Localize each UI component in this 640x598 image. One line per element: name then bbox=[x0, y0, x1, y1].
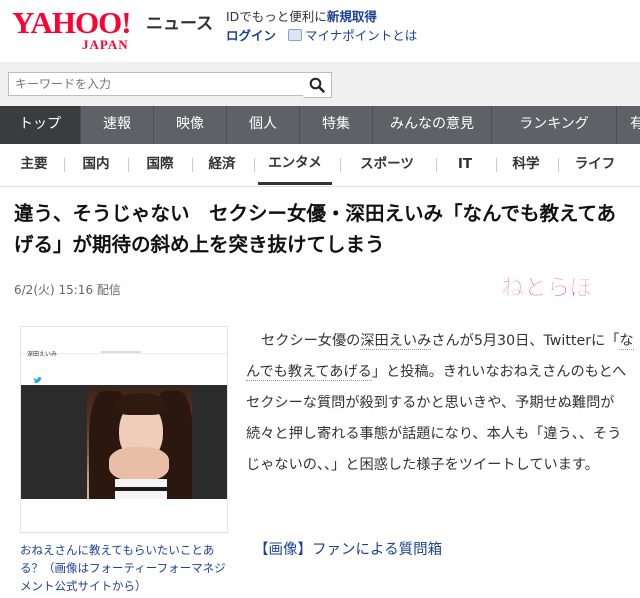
nav-item-video[interactable]: 映像 bbox=[154, 106, 227, 144]
article-title: 違う、そうじゃない セクシー女優・深田えいみ「なんでも教えてあげる」が期待の斜め… bbox=[14, 202, 616, 256]
main-nav: トップ 速報 映像 個人 特集 みんなの意見 ランキング 有 bbox=[0, 106, 640, 144]
screenshot-footer bbox=[21, 499, 227, 532]
nav-item-individual[interactable]: 個人 bbox=[227, 106, 300, 144]
tab-international[interactable]: 国際 bbox=[134, 144, 186, 184]
divider bbox=[192, 158, 193, 172]
svg-text:ねとらぼ: ねとらぼ bbox=[501, 275, 594, 301]
tab-economy[interactable]: 経済 bbox=[196, 144, 248, 184]
nav-item-feature[interactable]: 特集 bbox=[300, 106, 373, 144]
divider bbox=[436, 158, 437, 172]
divider bbox=[254, 158, 255, 172]
tab-science[interactable]: 科学 bbox=[500, 144, 552, 184]
twitter-bird-icon bbox=[33, 377, 42, 384]
article-body: セクシー女優の深田えいみさんが5月30日、Twitterに「なんでも教えてあげる… bbox=[246, 326, 634, 481]
body-text: さんが5月30日、Twitterに「 bbox=[431, 333, 620, 349]
site-header: YAHOO! JAPAN ニュース IDでもっと便利に新規取得 ログイン マイナ… bbox=[0, 0, 640, 62]
related-image-link[interactable]: 【画像】ファンによる質問箱 bbox=[254, 538, 442, 559]
tab-sports[interactable]: スポーツ bbox=[344, 144, 430, 184]
divider bbox=[128, 158, 129, 172]
nav-item-breaking[interactable]: 速報 bbox=[81, 106, 154, 144]
search-icon bbox=[309, 77, 325, 93]
nav-item-ranking[interactable]: ランキング bbox=[492, 106, 617, 144]
header-promo: IDでもっと便利に新規取得 ログイン マイナポイントとは bbox=[226, 8, 417, 45]
tab-entertainment[interactable]: エンタメ bbox=[258, 144, 332, 185]
article-image[interactable]: 深田えいみ bbox=[20, 326, 228, 533]
category-nav: 主要 国内 国際 経済 エンタメ スポーツ IT 科学 ライフ bbox=[0, 144, 640, 187]
mynumber-card-icon bbox=[288, 29, 302, 41]
publish-date: 6/2(火) 15:16 配信 bbox=[14, 283, 121, 297]
search-button[interactable] bbox=[303, 72, 332, 98]
tab-it[interactable]: IT bbox=[440, 144, 490, 184]
mynumber-link[interactable]: マイナポイントとは bbox=[305, 28, 417, 43]
login-link[interactable]: ログイン bbox=[226, 28, 276, 43]
nav-item-more[interactable]: 有 bbox=[617, 106, 640, 144]
tab-domestic[interactable]: 国内 bbox=[70, 144, 122, 184]
search-input[interactable] bbox=[8, 72, 312, 96]
person-keyword-link[interactable]: 深田えいみ bbox=[360, 333, 432, 350]
nav-item-top[interactable]: トップ bbox=[0, 106, 81, 144]
source-logo[interactable]: ねとらぼ bbox=[494, 266, 600, 306]
register-link[interactable]: 新規取得 bbox=[327, 9, 377, 24]
service-name[interactable]: ニュース bbox=[146, 13, 213, 35]
screenshot-header: 深田えいみ bbox=[21, 327, 227, 385]
tab-life[interactable]: ライフ bbox=[562, 144, 628, 184]
yahoo-japan-logo[interactable]: YAHOO! JAPAN bbox=[12, 6, 142, 54]
portrait-photo bbox=[87, 387, 192, 500]
search-bar bbox=[0, 62, 640, 106]
image-caption[interactable]: おねえさんに教えてもらいたいことある？（画像はフォーティーフォーマネジメント公式… bbox=[20, 541, 234, 595]
body-text: セクシー女優の bbox=[261, 333, 361, 349]
divider bbox=[340, 158, 341, 172]
logo-sub: JAPAN bbox=[82, 37, 129, 52]
divider bbox=[558, 158, 559, 172]
nav-item-opinion[interactable]: みんなの意見 bbox=[373, 106, 492, 144]
tab-main[interactable]: 主要 bbox=[10, 144, 58, 184]
divider bbox=[64, 158, 65, 172]
screenshot-profile-name: 深田えいみ bbox=[27, 351, 58, 358]
divider bbox=[496, 158, 497, 172]
logo-main: YAHOO! bbox=[12, 5, 132, 40]
promo-text: IDでもっと便利に bbox=[226, 9, 327, 24]
